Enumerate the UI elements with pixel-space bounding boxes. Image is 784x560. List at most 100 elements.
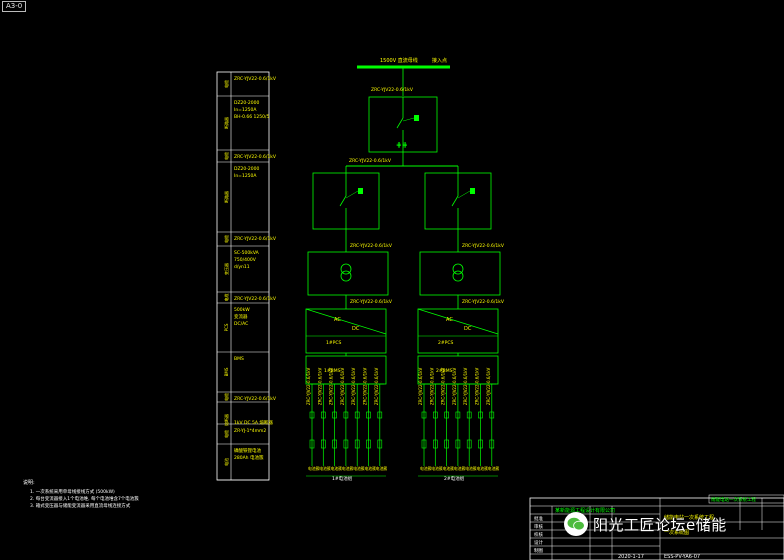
cluster-tag: 电池簇 <box>477 466 489 471</box>
cluster-tag: 电池簇 <box>365 466 377 471</box>
cluster-tag: 电池簇 <box>342 466 354 471</box>
cluster-tag: 电池簇 <box>465 466 477 471</box>
table-group-label: 电缆 <box>223 430 229 438</box>
table-group-label: BMS <box>224 367 229 376</box>
branch-cable-label-2: ZRC-YJV22-0.6/1kV <box>350 299 393 305</box>
tb-row-5: 制图 <box>534 547 543 554</box>
table-group-label: 熔断器 <box>223 414 229 426</box>
tb-project-top: 储能电站一次系统工程 <box>711 496 756 503</box>
cluster-cable-label: ZRC-YJV22-0.6/1kV <box>340 367 345 405</box>
pcs-dc-symbol: DC <box>352 326 360 332</box>
table-cell-text: 磷酸铁锂电池 <box>234 447 261 454</box>
branch-cable-label: ZRC-YJV22-0.6/1kV <box>462 243 505 249</box>
tb-row-3: 校核 <box>534 531 543 538</box>
table-cell-text: ZRC-YJV22-0.6/1kV <box>234 396 277 402</box>
spec-table: 电缆ZRC-YJV22-0.6/1kV断路器DZ20-2000In=1250AB… <box>216 71 277 481</box>
pcs-ac-symbol: AC <box>446 317 453 323</box>
table-cell-text: ZRC-YJV22-0.6/1kV <box>234 154 277 160</box>
cluster-cable-label: ZRC-YJV22-0.6/1kV <box>351 367 356 405</box>
cluster-tag: 电池簇 <box>488 466 500 471</box>
watermark: 阳光工匠论坛e储能 <box>564 512 727 536</box>
cluster-cable-label: ZRC-YJV22-0.6/1kV <box>475 367 480 405</box>
table-cell-text: 500kW <box>234 307 250 313</box>
cluster-cable-label: ZRC-YJV22-0.6/1kV <box>374 367 379 405</box>
table-cell-text: DC/AC <box>234 321 248 327</box>
sheet-tag: A3-0 <box>2 1 27 12</box>
main-cable-label: ZRC-YJV22-0.6/1kV <box>371 87 414 93</box>
table-cell-text: DZ20-2000 <box>234 166 259 172</box>
table-cell-text: 变流器 <box>234 313 248 320</box>
notes: 说明: 1. 一次系统采用单母线接线方式 (500kW) 2. 每台变流器接入1… <box>23 479 139 509</box>
table-group-label: 电池 <box>223 458 229 466</box>
cluster-cable-label: ZRC-YJV22-0.6/1kV <box>441 367 446 405</box>
pcs-ac-symbol: AC <box>334 317 341 323</box>
table-group-label: 变压器 <box>223 263 229 275</box>
table-cell-text: 1kV DC 5A 熔断器 <box>234 419 273 426</box>
table-cell-text: In=1250A <box>234 173 257 179</box>
tb-drawing-no: ESS-PV-YA6-07 <box>664 554 700 560</box>
table-group-label: PCS <box>224 323 229 331</box>
cluster-cable-label: ZRC-YJV22-0.6/1kV <box>363 367 368 405</box>
main-incomer: ZRC-YJV22-0.6/1kV ⋕⋕ ZRC-YJV22-0.6/1kV <box>346 67 458 167</box>
branch-1: ZRC-YJV22-0.6/1kV ZRC-YJV22-0.6/1kV AC DC 1#… <box>305 166 393 482</box>
cluster-caption: 1#电池组 <box>332 475 353 482</box>
tb-row-2: 审核 <box>534 523 543 530</box>
cluster-cable-label: ZRC-YJV22-0.6/1kV <box>418 367 423 405</box>
svg-text:⋕⋕: ⋕⋕ <box>396 141 408 149</box>
cluster-cable-label: ZRC-YJV22-0.6/1kV <box>463 367 468 405</box>
cluster-cable-label: ZRC-YJV22-0.6/1kV <box>329 367 334 405</box>
tb-date: 2020-1-17 <box>618 554 644 560</box>
table-cell-text: ZRC-YJV22-0.6/1kV <box>234 76 277 82</box>
table-group-label: 电缆 <box>223 235 229 243</box>
busbar-tap-label: 接入点 <box>432 57 447 64</box>
cluster-cable-label: ZRC-YJV22-0.6/1kV <box>486 367 491 405</box>
table-group-label: 电缆 <box>223 152 229 160</box>
cluster-tag: 电池簇 <box>420 466 432 471</box>
bus-cable-label: ZRC-YJV22-0.6/1kV <box>349 158 392 164</box>
cluster-cable-label: ZRC-YJV22-0.6/1kV <box>306 367 311 405</box>
single-line-diagram: 电缆ZRC-YJV22-0.6/1kV断路器DZ20-2000In=1250AB… <box>23 57 784 560</box>
branches: ZRC-YJV22-0.6/1kV ZRC-YJV22-0.6/1kV AC DC 1#… <box>305 166 505 482</box>
table-cell-text: 750/400V <box>234 257 257 263</box>
cluster-tag: 电池簇 <box>431 466 443 471</box>
branch-cable-label-2: ZRC-YJV22-0.6/1kV <box>462 299 505 305</box>
note-1: 1. 一次系统采用单母线接线方式 (500kW) <box>30 488 115 495</box>
cluster-cable-label: ZRC-YJV22-0.6/1kV <box>429 367 434 405</box>
cluster-tag: 电池簇 <box>308 466 320 471</box>
cluster-tag: 电池簇 <box>331 466 343 471</box>
pcs-label: 1#PCS <box>326 340 341 346</box>
cluster-cable-label: ZRC-YJV22-0.6/1kV <box>452 367 457 405</box>
branch-cable-label: ZRC-YJV22-0.6/1kV <box>350 243 393 249</box>
table-cell-text: DZ20-2000 <box>234 100 259 106</box>
table-cell-text: BMS <box>234 356 244 362</box>
busbar-label: 1500V 直流母线 <box>380 57 418 64</box>
pcs-dc-symbol: DC <box>464 326 472 332</box>
cluster-tag: 电池簇 <box>454 466 466 471</box>
cluster-tag: 电池簇 <box>376 466 388 471</box>
table-cell-text: In=1250A <box>234 107 257 113</box>
cluster-tag: 电池簇 <box>353 466 365 471</box>
note-2: 2. 每台变流器接入1个电池堆, 每个电池堆含7个电池簇 <box>30 495 139 502</box>
table-cell-text: SC-500kVA <box>234 250 260 256</box>
branch-2: ZRC-YJV22-0.6/1kV ZRC-YJV22-0.6/1kV AC DC 2#… <box>417 166 505 482</box>
tb-row-4: 设计 <box>534 539 543 546</box>
cluster-tag: 电池簇 <box>319 466 331 471</box>
pcs-label: 2#PCS <box>438 340 453 346</box>
table-cell-text: ZRC-YJV22-0.6/1kV <box>234 296 277 302</box>
table-group-label: 断路器 <box>223 191 229 203</box>
table-group-label: 电缆 <box>223 80 229 88</box>
table-cell-text: ZR-YJ-1*4mm2 <box>234 428 266 434</box>
dc-busbar: 1500V 直流母线 接入点 <box>357 57 450 69</box>
cluster-tag: 电池簇 <box>443 466 455 471</box>
table-cell-text: d/yn11 <box>234 264 250 270</box>
table-group-label: 电缆 <box>223 294 229 302</box>
wechat-icon <box>564 512 588 536</box>
table-cell-text: BH-0.66 1250/5 <box>234 114 270 120</box>
table-cell-text: 280Ah 电池簇 <box>234 454 264 461</box>
table-cell-text: ZRC-YJV22-0.6/1kV <box>234 236 277 242</box>
table-group-label: 断路器 <box>223 117 229 129</box>
cluster-caption: 2#电池组 <box>444 475 465 482</box>
watermark-text: 阳光工匠论坛e储能 <box>593 515 727 534</box>
note-3: 3. 箱式变压器与储能变流器采用直流母线连接方式 <box>30 502 131 509</box>
cluster-cable-label: ZRC-YJV22-0.6/1kV <box>317 367 322 405</box>
